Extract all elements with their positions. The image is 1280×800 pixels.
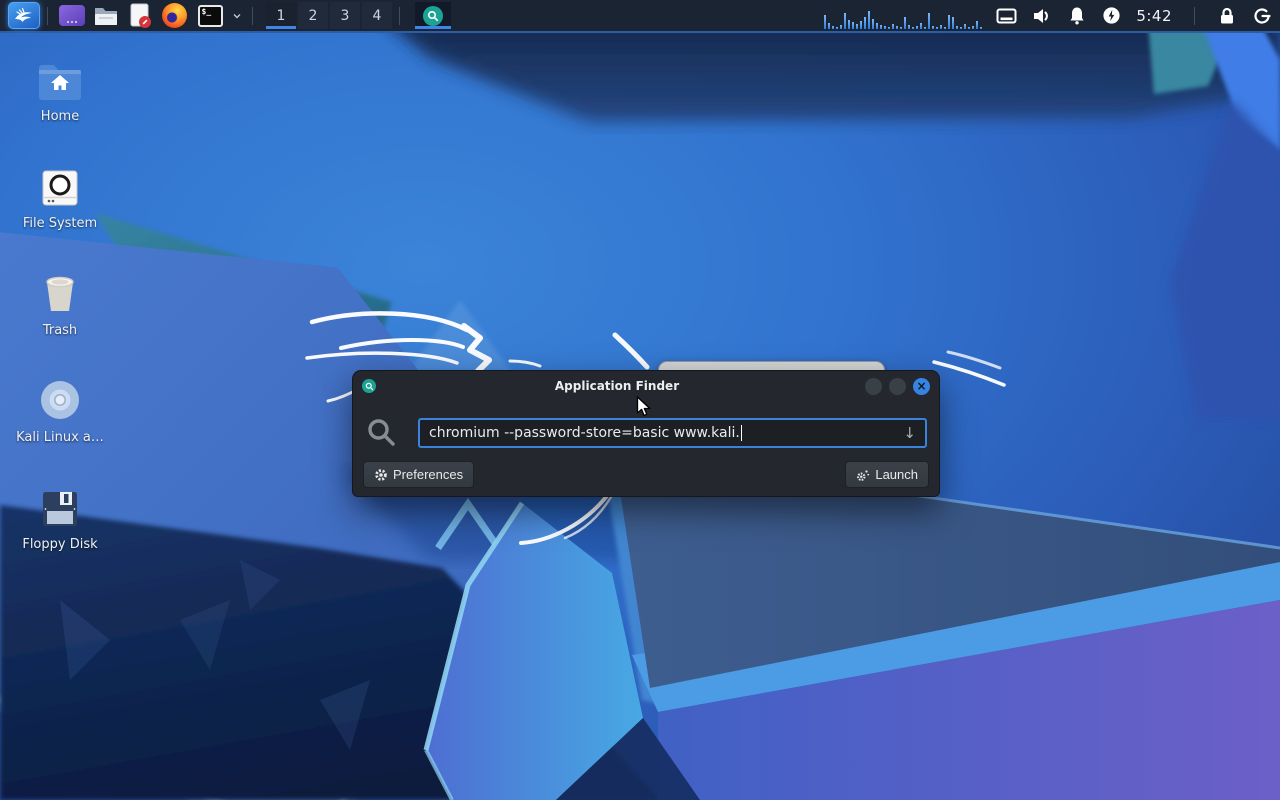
desktop-icon-kali-linux-cd[interactable]: Kali Linux a… [14, 375, 106, 445]
launcher-file-manager[interactable] [91, 2, 121, 30]
preferences-button-label: Preferences [393, 467, 463, 482]
panel-separator [1194, 7, 1195, 25]
preferences-button[interactable]: Preferences [363, 461, 474, 488]
chevron-down-icon[interactable] [231, 10, 243, 22]
text-caret [741, 425, 743, 441]
clock[interactable]: 5:42 [1136, 7, 1172, 25]
history-dropdown-arrow-icon[interactable]: ↓ [895, 424, 916, 442]
panel-separator [47, 7, 48, 25]
volume-icon[interactable] [1032, 6, 1052, 26]
file-manager-icon [93, 4, 119, 28]
desktop-icon-trash[interactable]: Trash [14, 268, 106, 338]
desktop-icon-label: Trash [14, 323, 106, 338]
window-title: Application Finder [376, 379, 858, 393]
workspace-1[interactable]: 1 [266, 2, 296, 29]
close-button[interactable]: × [913, 378, 930, 395]
terminal-purple-icon [59, 5, 85, 26]
workspace-switcher: 1 2 3 4 [266, 2, 392, 29]
optical-disc-icon [14, 375, 106, 421]
workspace-4[interactable]: 4 [362, 2, 392, 29]
workspace-3[interactable]: 3 [330, 2, 360, 29]
logout-icon[interactable] [1252, 6, 1272, 26]
search-input[interactable]: chromium --password-store=basic www.kali… [418, 418, 927, 448]
power-icon[interactable] [1102, 6, 1121, 25]
launch-icon [856, 468, 870, 482]
maximize-button[interactable] [889, 378, 906, 395]
desktop-icon-label: File System [14, 216, 106, 231]
launch-button[interactable]: Launch [845, 461, 929, 488]
notifications-icon[interactable] [1067, 6, 1087, 26]
cpu-graph[interactable] [824, 3, 984, 29]
applications-menu-button[interactable] [8, 2, 40, 29]
firefox-icon [162, 3, 187, 28]
launch-button-label: Launch [875, 467, 918, 482]
search-icon [366, 417, 397, 448]
desktop-icon-label: Floppy Disk [14, 537, 106, 552]
application-finder-window: Application Finder × chromium --password… [352, 370, 940, 497]
display-icon[interactable] [996, 6, 1017, 26]
application-finder-icon [362, 379, 376, 393]
lock-icon[interactable] [1217, 6, 1237, 26]
minimize-button[interactable] [865, 378, 882, 395]
top-panel: $_ 1 2 3 4 [0, 0, 1280, 33]
desktop-icon-file-system[interactable]: File System [14, 161, 106, 231]
panel-separator [252, 7, 253, 25]
workspace-2[interactable]: 2 [298, 2, 328, 29]
text-editor-icon [128, 3, 152, 29]
launcher-terminal-emulator[interactable]: $_ [193, 2, 227, 30]
launcher-text-editor[interactable] [125, 2, 155, 30]
home-folder-icon [14, 54, 106, 100]
desktop-icon-label: Home [14, 109, 106, 124]
trash-icon [14, 268, 106, 314]
desktop-icon-floppy-disk[interactable]: Floppy Disk [14, 482, 106, 552]
launcher-firefox[interactable] [159, 2, 189, 30]
panel-separator [399, 7, 400, 25]
launcher-terminal-purple[interactable] [57, 2, 87, 30]
mouse-cursor [636, 396, 656, 418]
search-input-value: chromium --password-store=basic www.kali… [429, 425, 740, 441]
kali-dragon-icon [12, 4, 36, 28]
desktop-icon-label: Kali Linux a… [14, 430, 106, 445]
desktop: Home File System Trash [0, 0, 1280, 800]
terminal-icon: $_ [198, 5, 223, 27]
desktop-icon-home[interactable]: Home [14, 54, 106, 124]
application-finder-icon [423, 6, 443, 26]
hard-drive-icon [14, 161, 106, 207]
gear-icon [374, 468, 388, 482]
floppy-disk-icon [14, 482, 106, 528]
taskbar-item-application-finder[interactable] [415, 2, 451, 29]
